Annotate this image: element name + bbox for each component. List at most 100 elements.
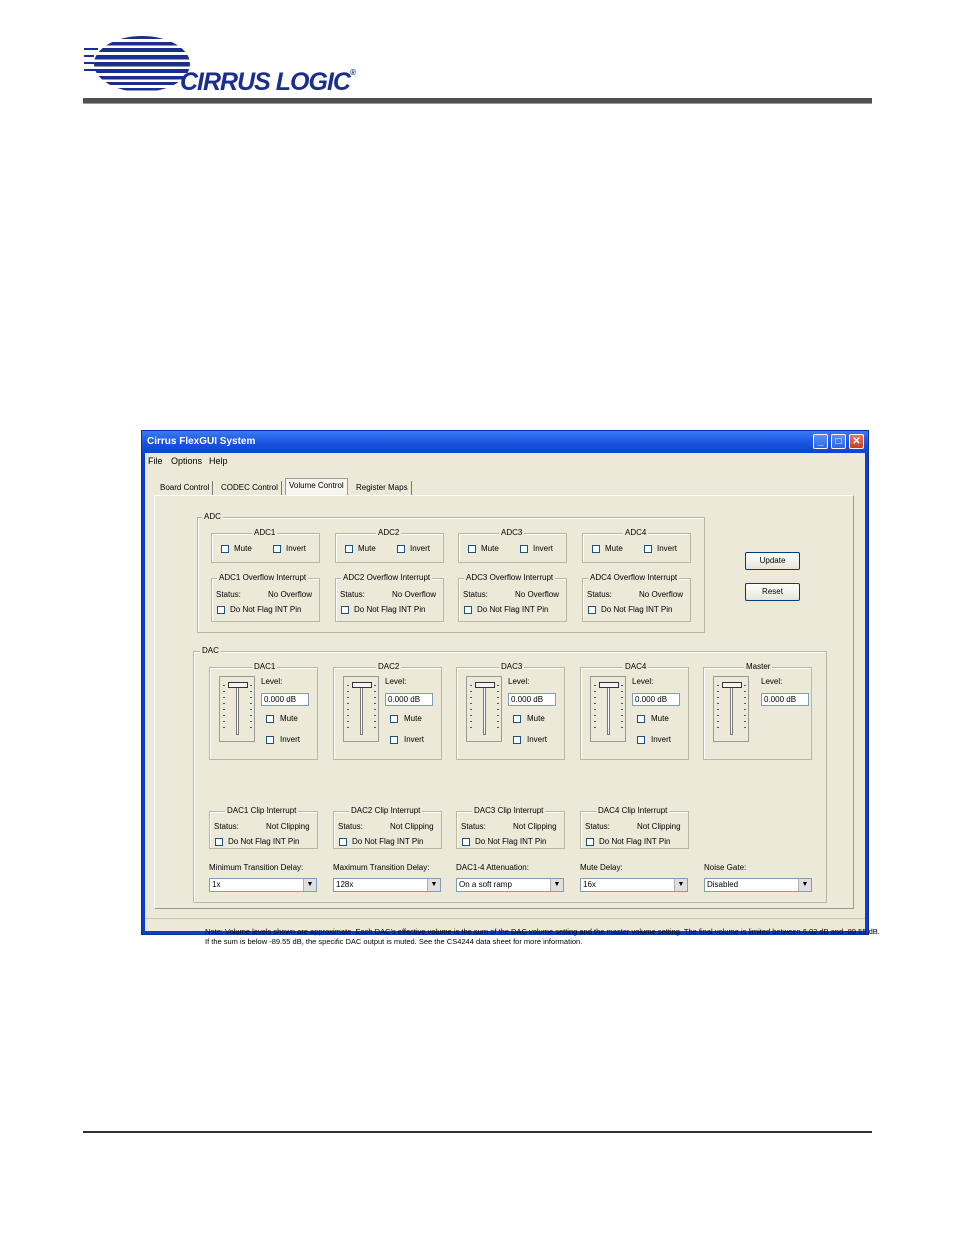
dac1-slider-thumb[interactable] [228, 682, 248, 688]
dac4-clip-box: DAC4 Clip Interrupt Status: Not Clipping… [580, 806, 689, 849]
adc1-mute-checkbox[interactable] [221, 545, 229, 553]
dac3-clip-title: DAC3 Clip Interrupt [472, 806, 546, 816]
dac2-flag-label: Do Not Flag INT Pin [352, 837, 424, 846]
dac3-level-field[interactable]: 0.000 dB [508, 693, 556, 706]
dac4-box: DAC4 Level: 0.000 dB Mute Invert [580, 662, 689, 760]
adc2-mute-checkbox[interactable] [345, 545, 353, 553]
dac1-flag-checkbox[interactable] [215, 838, 223, 846]
dac3-volume-slider[interactable] [466, 676, 502, 742]
dac4-invert-checkbox[interactable] [637, 736, 645, 744]
adc4-overflow-title: ADC4 Overflow Interrupt [588, 573, 680, 583]
adc2-flag-checkbox[interactable] [341, 606, 349, 614]
dac1-invert-checkbox[interactable] [266, 736, 274, 744]
dac3-mute-checkbox[interactable] [513, 715, 521, 723]
update-button[interactable]: Update [745, 552, 800, 570]
cirrus-logic-logo: CIRRUS LOGIC® [84, 34, 356, 96]
master-slider-thumb[interactable] [722, 682, 742, 688]
dac-attenuation-select[interactable]: On a soft ramp ▼ [456, 878, 564, 892]
dac1-flag-label: Do Not Flag INT Pin [228, 837, 300, 846]
adc1-flag-checkbox[interactable] [217, 606, 225, 614]
dac4-mute-label: Mute [651, 714, 669, 723]
master-volume-slider[interactable] [713, 676, 749, 742]
mute-delay-select[interactable]: 16x ▼ [580, 878, 688, 892]
adc4-invert-checkbox[interactable] [644, 545, 652, 553]
maximize-button[interactable]: □ [831, 434, 846, 449]
slider-ticks [497, 685, 499, 733]
tab-board-control[interactable]: Board Control [157, 481, 214, 495]
dac4-mute-checkbox[interactable] [637, 715, 645, 723]
master-level-field[interactable]: 0.000 dB [761, 693, 809, 706]
adc2-box: ADC2 Mute Invert [335, 528, 444, 563]
dac2-mute-checkbox[interactable] [390, 715, 398, 723]
dac1-invert-label: Invert [280, 735, 301, 744]
tab-volume-control[interactable]: Volume Control [285, 478, 348, 496]
window-title: Cirrus FlexGUI System [147, 436, 256, 447]
min-transition-delay-select[interactable]: 1x ▼ [209, 878, 317, 892]
noise-gate-select[interactable]: Disabled ▼ [704, 878, 812, 892]
chevron-down-icon[interactable]: ▼ [550, 879, 563, 891]
menu-options[interactable]: Options [171, 456, 202, 466]
dac3-mute-label: Mute [527, 714, 545, 723]
max-transition-delay-label: Maximum Transition Delay: [333, 863, 430, 872]
footer-rule [83, 1131, 872, 1133]
dac2-slider-thumb[interactable] [352, 682, 372, 688]
app-window: Cirrus FlexGUI System _ □ ✕ File Options… [141, 430, 880, 946]
dac4-flag-checkbox[interactable] [586, 838, 594, 846]
dac4-level-field[interactable]: 0.000 dB [632, 693, 680, 706]
dac2-invert-checkbox[interactable] [390, 736, 398, 744]
dac1-box: DAC1 Level: 0.000 dB Mute Invert [209, 662, 318, 760]
dac4-slider-thumb[interactable] [599, 682, 619, 688]
logo-text: CIRRUS LOGIC® [180, 68, 356, 96]
window-client: File Options Help Board Control CODEC Co… [145, 453, 880, 946]
adc3-invert-checkbox[interactable] [520, 545, 528, 553]
adc2-overflow-title: ADC2 Overflow Interrupt [341, 573, 433, 583]
dac3-slider-thumb[interactable] [475, 682, 495, 688]
dac4-volume-slider[interactable] [590, 676, 626, 742]
slider-ticks [250, 685, 252, 733]
dac1-volume-slider[interactable] [219, 676, 255, 742]
dac3-status-label: Status: [461, 822, 486, 831]
dac1-mute-label: Mute [280, 714, 298, 723]
adc3-mute-checkbox[interactable] [468, 545, 476, 553]
reset-button[interactable]: Reset [745, 583, 800, 601]
dac2-clip-box: DAC2 Clip Interrupt Status: Not Clipping… [333, 806, 442, 849]
adc-group-label: ADC [202, 512, 223, 522]
minimize-button[interactable]: _ [813, 434, 828, 449]
dac2-volume-slider[interactable] [343, 676, 379, 742]
title-bar[interactable]: Cirrus FlexGUI System _ □ ✕ [142, 431, 868, 453]
adc3-flag-label: Do Not Flag INT Pin [477, 605, 549, 614]
master-box: Master Level: 0.000 dB [703, 662, 812, 760]
adc1-invert-checkbox[interactable] [273, 545, 281, 553]
dac-group-label: DAC [200, 646, 221, 656]
menu-file[interactable]: File [148, 456, 163, 466]
dac2-mute-label: Mute [404, 714, 422, 723]
dac3-invert-checkbox[interactable] [513, 736, 521, 744]
slider-ticks [374, 685, 376, 733]
tab-codec-control[interactable]: CODEC Control [218, 481, 282, 495]
chevron-down-icon[interactable]: ▼ [798, 879, 811, 891]
chevron-down-icon[interactable]: ▼ [303, 879, 316, 891]
adc1-overflow-box: ADC1 Overflow Interrupt Status: No Overf… [211, 573, 320, 622]
chevron-down-icon[interactable]: ▼ [674, 879, 687, 891]
dac3-level-label: Level: [508, 677, 530, 686]
slider-ticks [223, 685, 225, 733]
tab-register-maps[interactable]: Register Maps [353, 481, 412, 495]
dac2-level-field[interactable]: 0.000 dB [385, 693, 433, 706]
max-transition-delay-select[interactable]: 128x ▼ [333, 878, 441, 892]
dac1-mute-checkbox[interactable] [266, 715, 274, 723]
dac3-flag-checkbox[interactable] [462, 838, 470, 846]
menu-help[interactable]: Help [209, 456, 228, 466]
adc4-mute-checkbox[interactable] [592, 545, 600, 553]
dac2-box: DAC2 Level: 0.000 dB Mute Invert [333, 662, 442, 760]
adc3-overflow-title: ADC3 Overflow Interrupt [464, 573, 556, 583]
adc4-flag-checkbox[interactable] [588, 606, 596, 614]
adc3-flag-checkbox[interactable] [464, 606, 472, 614]
dac1-level-field[interactable]: 0.000 dB [261, 693, 309, 706]
dac2-flag-checkbox[interactable] [339, 838, 347, 846]
slider-track [607, 683, 610, 735]
chevron-down-icon[interactable]: ▼ [427, 879, 440, 891]
slider-track [730, 683, 733, 735]
close-button[interactable]: ✕ [849, 434, 864, 449]
adc3-box: ADC3 Mute Invert [458, 528, 567, 563]
adc2-invert-checkbox[interactable] [397, 545, 405, 553]
